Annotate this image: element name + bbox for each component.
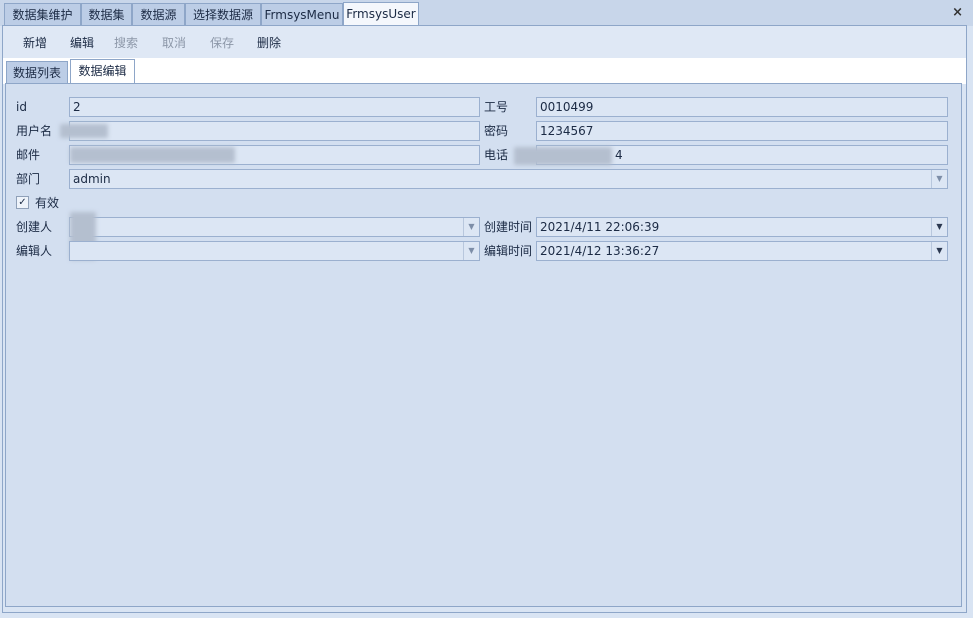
tab-data-edit[interactable]: 数据编辑 [70,59,135,83]
username-field[interactable] [69,121,480,141]
chevron-down-icon[interactable]: ▼ [931,218,947,236]
valid-checkbox[interactable]: ✓ [16,196,29,209]
tab-dataset-maintenance[interactable]: 数据集维护 [4,3,81,25]
phone-label: 电话 [484,148,509,162]
document-tab-bar: 数据集维护 数据集 数据源 选择数据源 FrmsysMenu FrmsysUse… [0,0,973,26]
tab-frmsysmenu[interactable]: FrmsysMenu [261,3,343,25]
search-button[interactable]: 搜索 [114,35,138,51]
create-time-picker[interactable]: 2021/4/11 22:06:39 ▼ [536,217,948,237]
department-label: 部门 [16,172,41,186]
chevron-down-icon[interactable]: ▼ [931,242,947,260]
chevron-down-icon[interactable]: ▼ [463,242,479,260]
edit-time-picker[interactable]: 2021/4/12 13:36:27 ▼ [536,241,948,261]
valid-label: 有效 [35,196,60,210]
create-time-label: 创建时间 [484,220,533,234]
username-label: 用户名 [16,124,53,138]
email-label: 邮件 [16,148,41,162]
password-field[interactable]: 1234567 [536,121,948,141]
sub-tab-strip [3,58,966,84]
chevron-down-icon[interactable]: ▼ [931,170,947,188]
add-button[interactable]: 新增 [23,35,47,51]
job-no-field[interactable]: 0010499 [536,97,948,117]
toolbar: 新增 编辑 搜索 取消 保存 删除 [3,26,966,58]
tab-data-list[interactable]: 数据列表 [6,61,68,83]
id-field[interactable]: 2 [69,97,480,117]
password-label: 密码 [484,124,509,138]
department-value: admin [73,172,111,186]
cancel-button[interactable]: 取消 [162,35,186,51]
save-button[interactable]: 保存 [210,35,234,51]
close-icon[interactable]: × [952,5,963,20]
username-redaction [60,124,108,138]
edit-time-value: 2021/4/12 13:36:27 [540,244,660,258]
tab-frmsysuser[interactable]: FrmsysUser [343,2,419,26]
chevron-down-icon[interactable]: ▼ [463,218,479,236]
email-redaction [70,147,235,163]
creator-label: 创建人 [16,220,53,234]
editor-label: 编辑人 [16,244,53,258]
tab-datasource[interactable]: 数据源 [132,3,185,25]
creator-dropdown[interactable]: ▼ [69,217,480,237]
create-time-value: 2021/4/11 22:06:39 [540,220,660,234]
edit-time-label: 编辑时间 [484,244,533,258]
editor-dropdown[interactable]: ▼ [69,241,480,261]
phone-redaction [514,147,612,165]
tab-select-datasource[interactable]: 选择数据源 [185,3,261,25]
id-label: id [16,100,27,114]
edit-button[interactable]: 编辑 [70,35,94,51]
tab-dataset[interactable]: 数据集 [81,3,132,25]
job-no-label: 工号 [484,100,509,114]
delete-button[interactable]: 删除 [257,35,281,51]
department-dropdown[interactable]: admin ▼ [69,169,948,189]
